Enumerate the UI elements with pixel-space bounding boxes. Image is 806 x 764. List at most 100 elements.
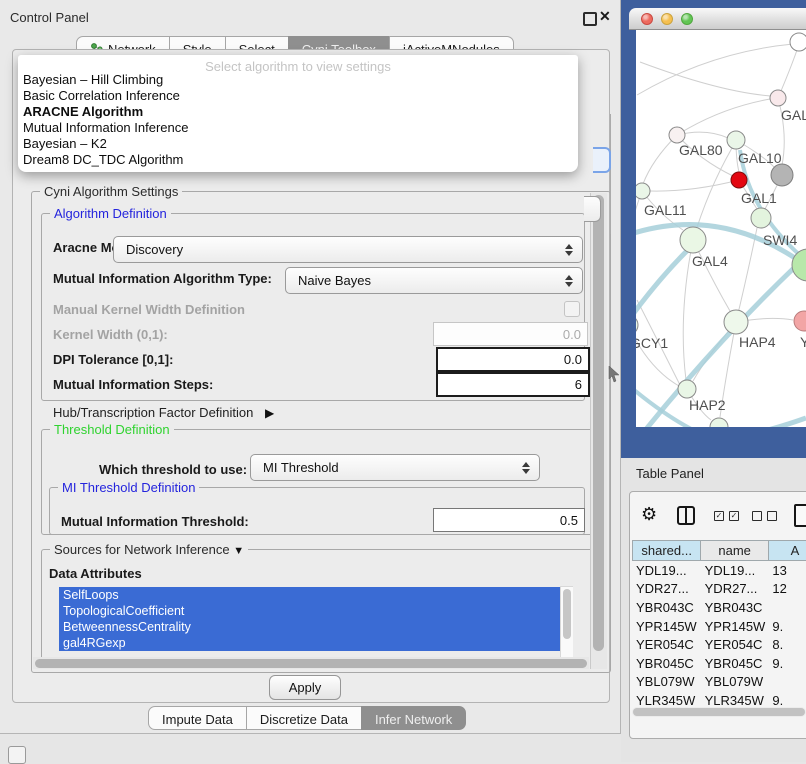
kernel-width-input[interactable]: 0.0: [433, 322, 588, 346]
node-GAL1-label: GAL1: [741, 190, 777, 206]
table-row[interactable]: YBL079WYBL079W: [632, 673, 806, 692]
zoom-light[interactable]: [681, 13, 693, 25]
table-horizontal-scrollbar[interactable]: [632, 707, 806, 717]
mi-algorithm-type-label: Mutual Information Algorithm Type:: [53, 271, 272, 286]
spinner-arrows-icon: [562, 244, 576, 256]
algorithm-option-aracne-algorithm[interactable]: ARACNE Algorithm: [23, 104, 143, 119]
table-row[interactable]: YBR043CYBR043C: [632, 598, 806, 617]
column-header-name[interactable]: name: [700, 540, 769, 561]
dpi-tolerance-label: DPI Tolerance [0,1]:: [53, 352, 173, 367]
node-GAL80-label: GAL80: [679, 142, 723, 158]
tab-discretize-data[interactable]: Discretize Data: [246, 706, 362, 730]
document-icon[interactable]: [794, 504, 806, 527]
table-cell: [768, 598, 806, 617]
node-HAP2-label: HAP2: [689, 397, 726, 413]
checked-columns-icon[interactable]: ✓ ✓: [714, 511, 739, 521]
algorithm-option-basic-correlation-inference[interactable]: Basic Correlation Inference: [23, 88, 180, 103]
node-top-partial: [790, 33, 806, 51]
algorithm-option-bayesian-k2[interactable]: Bayesian – K2: [23, 136, 107, 151]
settings-horizontal-scrollbar[interactable]: [33, 657, 589, 669]
table-cell: YBR043C: [701, 598, 769, 617]
data-attributes-list[interactable]: SelfLoopsTopologicalCoefficientBetweenne…: [57, 584, 573, 658]
float-window-icon[interactable]: [583, 12, 597, 26]
node-GCY1-label: GCY1: [636, 335, 668, 351]
node-GAL11: [636, 183, 650, 199]
dpi-tolerance-input[interactable]: 0.0: [436, 347, 590, 372]
attribute-item-gal4rgexp[interactable]: gal4RGexp: [59, 635, 560, 651]
mi-threshold-definition-title: MI Threshold Definition: [58, 480, 199, 495]
control-panel-window: Control Panel ✕ NetworkStyleSelectCyni T…: [0, 0, 621, 734]
node-bottom: [710, 418, 728, 427]
mi-steps-label: Mutual Information Steps:: [53, 377, 213, 392]
attribute-item-selfloops[interactable]: SelfLoops: [59, 587, 560, 603]
inference-algorithm-group-edge: [610, 114, 611, 234]
table-cell: YDL19...: [701, 561, 769, 580]
network-window-titlebar[interactable]: [629, 8, 806, 30]
table-cell: YER054C: [632, 635, 701, 654]
tab-infer-network[interactable]: Infer Network: [361, 706, 466, 730]
algorithm-option-bayesian-hill-climbing[interactable]: Bayesian – Hill Climbing: [23, 72, 163, 87]
hub-definition-toggle[interactable]: Hub/Transcription Factor Definition ▶: [53, 405, 274, 420]
network-view-canvas[interactable]: GALGAL80GAL10GAL1GAL11GAL4SWI4GCY1HAP4YH…: [636, 30, 806, 427]
node-GAL4: [680, 227, 706, 253]
table-row[interactable]: YDL19...YDL19...13: [632, 561, 806, 580]
threshold-definition-title: Threshold Definition: [50, 422, 174, 437]
table-cell: 9.: [768, 654, 806, 673]
node-GAL11-label: GAL11: [644, 202, 687, 218]
node-SWI4-label: SWI4: [763, 232, 797, 248]
minimize-light[interactable]: [661, 13, 673, 25]
table-row[interactable]: YDR27...YDR27...12: [632, 580, 806, 599]
kernel-width-label: Kernel Width (0,1):: [53, 327, 168, 342]
close-light[interactable]: [641, 13, 653, 25]
mi-algorithm-type-value: Naive Bayes: [286, 273, 562, 288]
table-panel-title: Table Panel: [636, 466, 704, 481]
table-row[interactable]: YER054CYER054C8.: [632, 635, 806, 654]
control-panel-title: Control Panel: [10, 10, 89, 25]
gear-icon[interactable]: ⚙: [641, 504, 657, 525]
mi-algorithm-type-select[interactable]: Naive Bayes: [285, 267, 583, 294]
table-row[interactable]: YPR145WYPR145W9.: [632, 617, 806, 636]
mi-steps-input[interactable]: 6: [436, 372, 590, 397]
checkbox-checked-glyph: ✓: [729, 511, 739, 521]
mi-threshold-input[interactable]: 0.5: [433, 508, 585, 532]
table-row[interactable]: YBR045CYBR045C9.: [632, 654, 806, 673]
attributes-scrollbar[interactable]: [560, 586, 573, 658]
unchecked-columns-icon[interactable]: [752, 511, 777, 521]
attribute-item-topologicalcoefficient[interactable]: TopologicalCoefficient: [59, 603, 560, 619]
column-header-a[interactable]: A: [768, 540, 806, 561]
cyni-task-tabs: Impute DataDiscretize DataInfer Network: [148, 706, 466, 729]
sources-group-title[interactable]: Sources for Network Inference ▼: [50, 542, 248, 557]
node-attribute-table[interactable]: shared...nameA YDL19...YDL19...13YDR27..…: [632, 540, 806, 716]
algorithm-combo-fragment[interactable]: [593, 147, 611, 173]
apply-button[interactable]: Apply: [269, 675, 341, 700]
aracne-mode-select[interactable]: Discovery: [113, 236, 583, 263]
split-pane-icon[interactable]: [677, 506, 695, 525]
algorithm-option-mutual-information-inference[interactable]: Mutual Information Inference: [23, 120, 188, 135]
node-GAL10-label: GAL10: [738, 150, 782, 166]
column-header-shared-[interactable]: shared...: [632, 540, 701, 561]
node-gal-clipped-label: GAL: [781, 107, 806, 123]
mouse-cursor: [608, 366, 622, 384]
table-cell: YBR043C: [632, 598, 701, 617]
table-cell: 13: [768, 561, 806, 580]
algorithm-select-popup[interactable]: Select algorithm to view settings Bayesi…: [18, 55, 578, 172]
node-GAL80: [669, 127, 685, 143]
which-threshold-select[interactable]: MI Threshold: [250, 454, 540, 481]
node-GCY1: [636, 315, 638, 335]
manual-kernel-label: Manual Kernel Width Definition: [53, 302, 245, 317]
settings-vertical-scrollbar[interactable]: [590, 193, 607, 669]
collapse-down-arrow-icon: ▼: [233, 545, 244, 557]
node-GAL4-label: GAL4: [692, 253, 728, 269]
algorithm-option-dream8-dc-tdc-algorithm[interactable]: Dream8 DC_TDC Algorithm: [23, 152, 183, 167]
network-graph: GALGAL80GAL10GAL1GAL11GAL4SWI4GCY1HAP4YH…: [636, 30, 806, 427]
manual-kernel-checkbox[interactable]: [564, 301, 580, 317]
table-cell: YDR27...: [632, 580, 701, 599]
tab-impute-data[interactable]: Impute Data: [148, 706, 247, 730]
attribute-item-betweennesscentrality[interactable]: BetweennessCentrality: [59, 619, 560, 635]
node-gray: [771, 164, 793, 186]
node-SWI4: [792, 249, 806, 281]
close-icon[interactable]: ✕: [599, 8, 611, 25]
aracne-mode-value: Discovery: [114, 242, 562, 257]
table-combo-fragment[interactable]: [584, 196, 601, 222]
restore-panel-icon[interactable]: [8, 746, 26, 764]
